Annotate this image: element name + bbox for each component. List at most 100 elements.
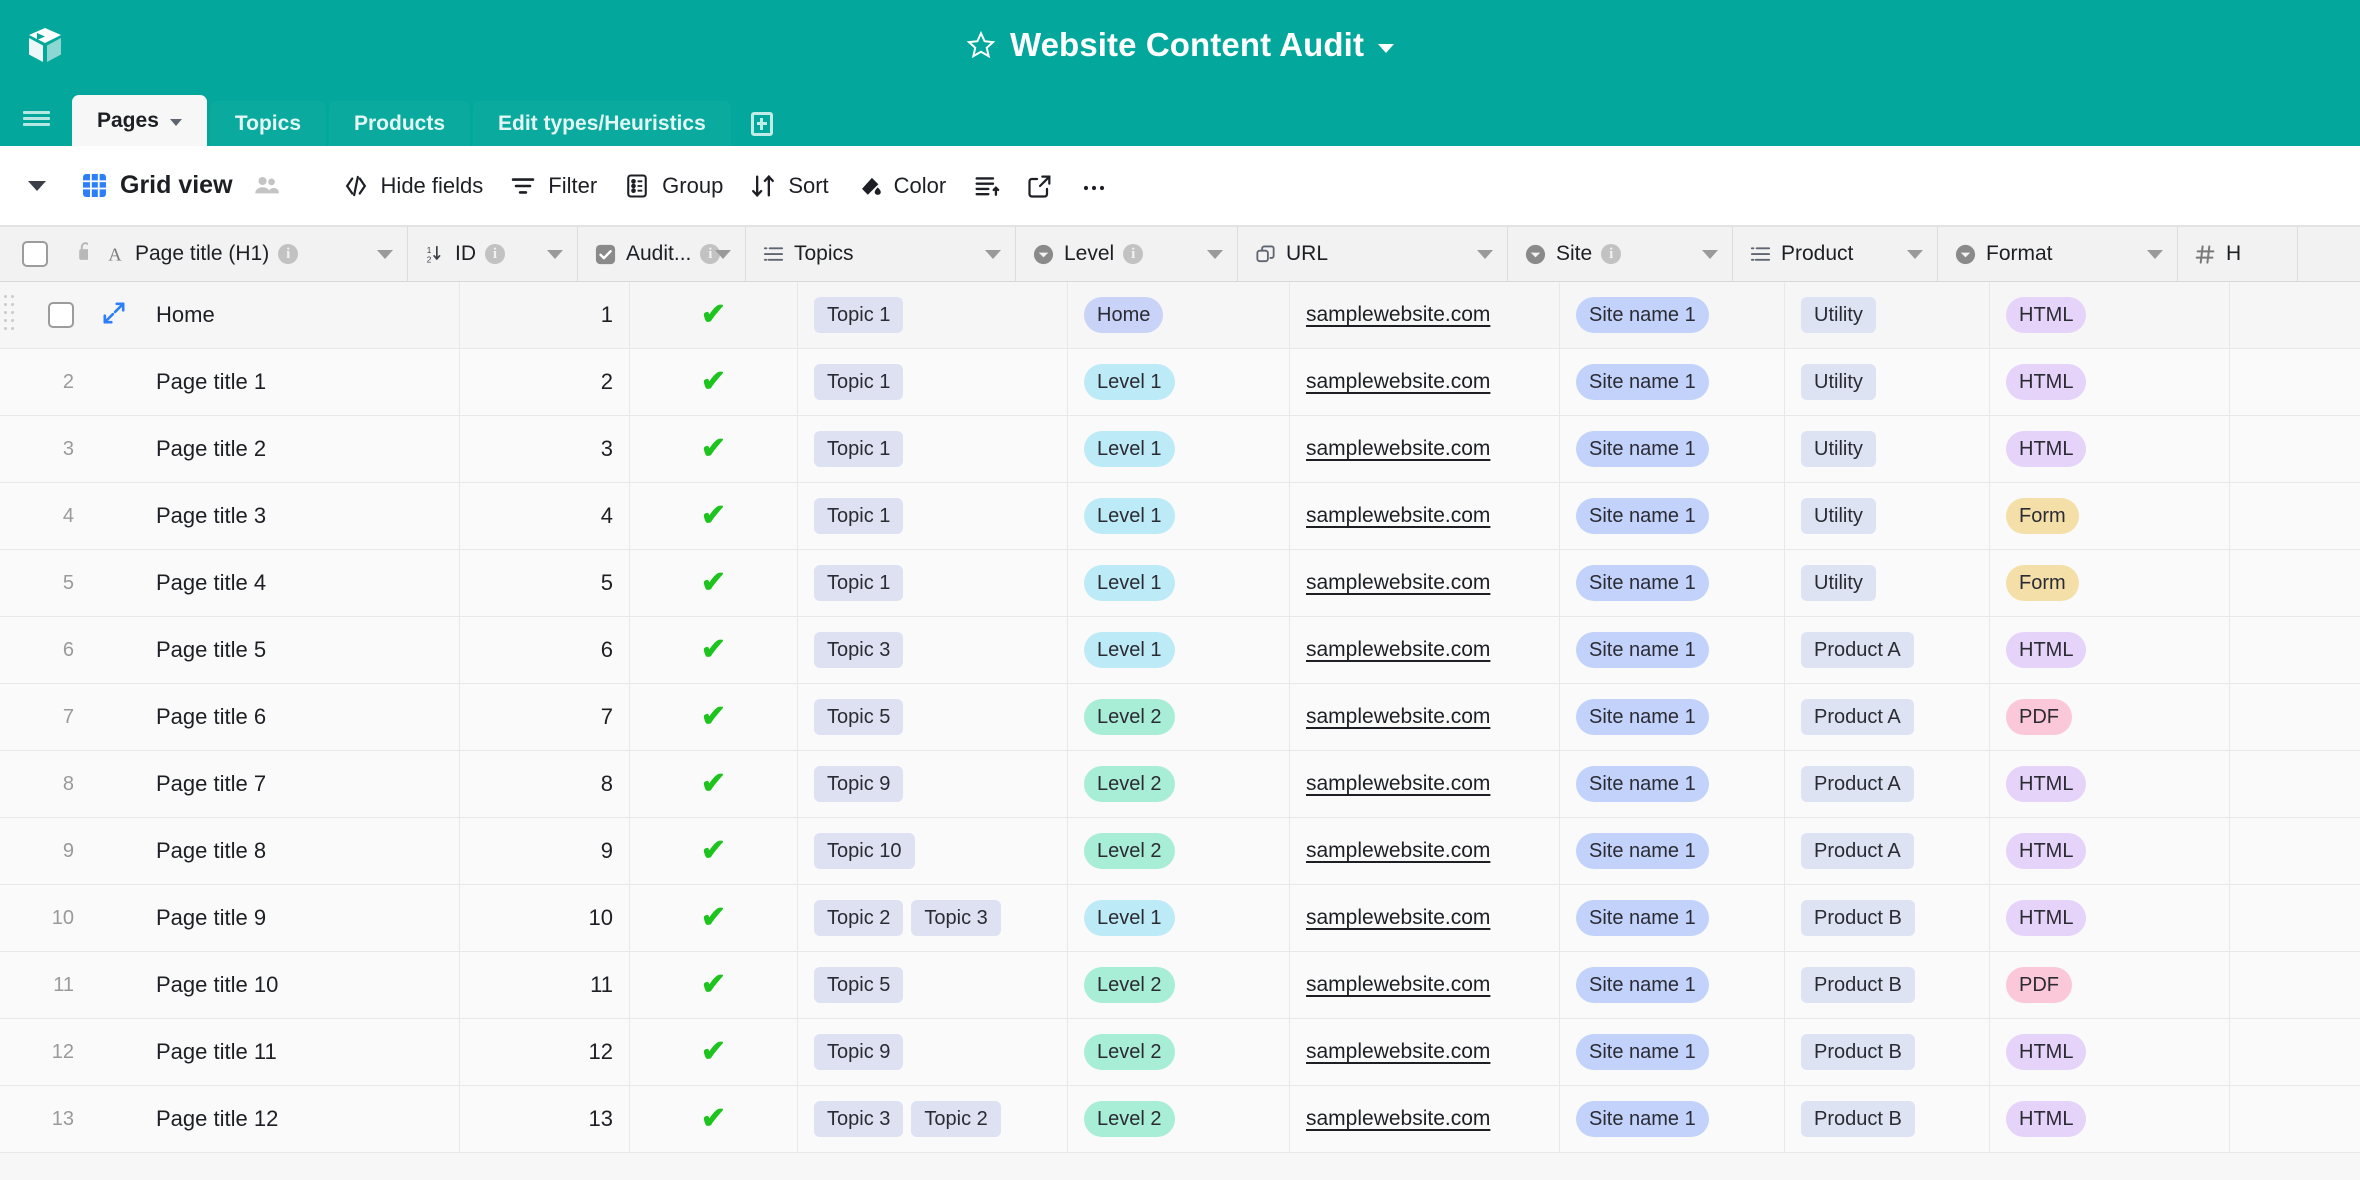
format-tag[interactable]: Form: [2006, 565, 2079, 601]
row-gutter[interactable]: 4: [0, 483, 88, 549]
cell-format[interactable]: HTML: [1990, 751, 2230, 817]
cell-id[interactable]: 1: [460, 282, 630, 348]
cell-topics[interactable]: Topic 1: [798, 483, 1068, 549]
cell-page-title[interactable]: Page title 3: [140, 483, 460, 549]
level-tag[interactable]: Level 2: [1084, 699, 1175, 735]
cell-product[interactable]: Product A: [1785, 751, 1990, 817]
tab-topics[interactable]: Topics: [210, 101, 326, 146]
cell-topics[interactable]: Topic 10: [798, 818, 1068, 884]
cell-page-title[interactable]: Page title 8: [140, 818, 460, 884]
audit-check-icon[interactable]: ✔: [701, 434, 726, 464]
cell-site[interactable]: Site name 1: [1560, 617, 1785, 683]
cell-audit-checkbox[interactable]: ✔: [630, 818, 798, 884]
cell-number[interactable]: [2230, 684, 2350, 750]
cell-level[interactable]: Level 2: [1068, 1086, 1290, 1152]
cell-format[interactable]: HTML: [1990, 282, 2230, 348]
table-row[interactable]: 11 Page title 10 11 ✔ Topic 5 Level 2 samplewe…: [0, 952, 2360, 1019]
topic-tag[interactable]: Topic 1: [814, 498, 904, 534]
cell-format[interactable]: Form: [1990, 483, 2230, 549]
site-tag[interactable]: Site name 1: [1576, 431, 1709, 467]
site-tag[interactable]: Site name 1: [1576, 297, 1709, 333]
cell-number[interactable]: [2230, 1086, 2350, 1152]
level-tag[interactable]: Level 2: [1084, 967, 1175, 1003]
filter-button[interactable]: Filter: [501, 166, 605, 206]
cell-format[interactable]: HTML: [1990, 818, 2230, 884]
cell-number[interactable]: [2230, 550, 2350, 616]
cell-level[interactable]: Level 1: [1068, 885, 1290, 951]
cell-format[interactable]: PDF: [1990, 684, 2230, 750]
cell-number[interactable]: [2230, 751, 2350, 817]
expand-record-button[interactable]: [88, 1086, 140, 1152]
product-tag[interactable]: Product B: [1801, 900, 1915, 936]
cell-format[interactable]: Form: [1990, 550, 2230, 616]
site-tag[interactable]: Site name 1: [1576, 1034, 1709, 1070]
topic-tag[interactable]: Topic 1: [814, 297, 904, 333]
row-gutter[interactable]: 8: [0, 751, 88, 817]
cell-level[interactable]: Home: [1068, 282, 1290, 348]
format-tag[interactable]: HTML: [2006, 364, 2087, 400]
format-tag[interactable]: HTML: [2006, 297, 2087, 333]
cell-url[interactable]: samplewebsite.com: [1290, 751, 1560, 817]
cell-level[interactable]: Level 2: [1068, 684, 1290, 750]
cell-topics[interactable]: Topic 9: [798, 751, 1068, 817]
format-tag[interactable]: PDF: [2006, 967, 2072, 1003]
cell-format[interactable]: HTML: [1990, 885, 2230, 951]
row-gutter[interactable]: 5: [0, 550, 88, 616]
chevron-down-icon[interactable]: [1477, 249, 1493, 259]
cell-site[interactable]: Site name 1: [1560, 349, 1785, 415]
audit-check-icon[interactable]: ✔: [701, 970, 726, 1000]
cell-level[interactable]: Level 1: [1068, 550, 1290, 616]
topic-tag[interactable]: Topic 2: [814, 900, 904, 936]
cell-number[interactable]: [2230, 483, 2350, 549]
tab-products[interactable]: Products: [329, 101, 470, 146]
hamburger-menu-icon[interactable]: [0, 90, 72, 146]
cell-site[interactable]: Site name 1: [1560, 818, 1785, 884]
site-tag[interactable]: Site name 1: [1576, 498, 1709, 534]
cell-topics[interactable]: Topic 5: [798, 952, 1068, 1018]
cell-site[interactable]: Site name 1: [1560, 282, 1785, 348]
cell-audit-checkbox[interactable]: ✔: [630, 282, 798, 348]
topic-tag[interactable]: Topic 3: [814, 1101, 904, 1137]
topic-tag[interactable]: Topic 1: [814, 431, 904, 467]
cell-page-title[interactable]: Page title 5: [140, 617, 460, 683]
level-tag[interactable]: Level 1: [1084, 900, 1175, 936]
url-link[interactable]: samplewebsite.com: [1306, 1040, 1490, 1064]
cell-page-title[interactable]: Page title 10: [140, 952, 460, 1018]
topic-tag[interactable]: Topic 1: [814, 565, 904, 601]
select-all-checkbox[interactable]: [22, 241, 48, 267]
cell-url[interactable]: samplewebsite.com: [1290, 818, 1560, 884]
column-header-id[interactable]: 1 2 ID i: [408, 227, 578, 281]
cell-url[interactable]: samplewebsite.com: [1290, 1019, 1560, 1085]
expand-record-button[interactable]: [88, 349, 140, 415]
cell-page-title[interactable]: Page title 9: [140, 885, 460, 951]
url-link[interactable]: samplewebsite.com: [1306, 772, 1490, 796]
cell-level[interactable]: Level 1: [1068, 349, 1290, 415]
cell-url[interactable]: samplewebsite.com: [1290, 885, 1560, 951]
format-tag[interactable]: HTML: [2006, 632, 2087, 668]
product-tag[interactable]: Utility: [1801, 364, 1876, 400]
cell-audit-checkbox[interactable]: ✔: [630, 885, 798, 951]
format-tag[interactable]: Form: [2006, 498, 2079, 534]
cell-url[interactable]: samplewebsite.com: [1290, 349, 1560, 415]
url-link[interactable]: samplewebsite.com: [1306, 638, 1490, 662]
cell-url[interactable]: samplewebsite.com: [1290, 684, 1560, 750]
level-tag[interactable]: Level 1: [1084, 431, 1175, 467]
audit-check-icon[interactable]: ✔: [701, 702, 726, 732]
level-tag[interactable]: Home: [1084, 297, 1164, 333]
topic-tag[interactable]: Topic 5: [814, 967, 904, 1003]
row-select-checkbox[interactable]: [48, 302, 74, 328]
cell-number[interactable]: [2230, 885, 2350, 951]
cell-url[interactable]: samplewebsite.com: [1290, 550, 1560, 616]
cell-topics[interactable]: Topic 5: [798, 684, 1068, 750]
column-header-url[interactable]: URL: [1238, 227, 1508, 281]
info-icon[interactable]: i: [485, 244, 505, 264]
column-header-level[interactable]: Level i: [1016, 227, 1238, 281]
url-link[interactable]: samplewebsite.com: [1306, 370, 1490, 394]
cell-site[interactable]: Site name 1: [1560, 550, 1785, 616]
cell-product[interactable]: Product B: [1785, 952, 1990, 1018]
cell-product[interactable]: Utility: [1785, 416, 1990, 482]
url-link[interactable]: samplewebsite.com: [1306, 1107, 1490, 1131]
cell-id[interactable]: 7: [460, 684, 630, 750]
cell-site[interactable]: Site name 1: [1560, 416, 1785, 482]
expand-record-button[interactable]: [88, 885, 140, 951]
